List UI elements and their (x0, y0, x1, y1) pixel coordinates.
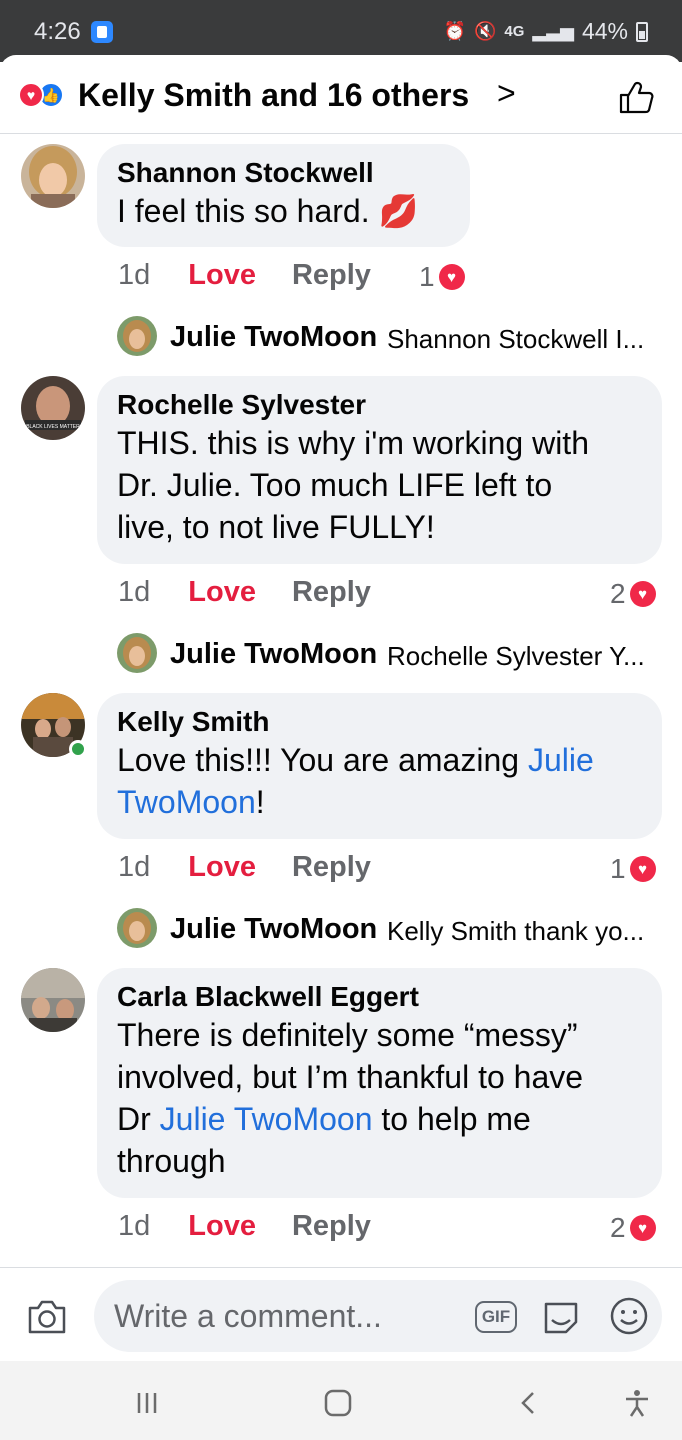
comment-bubble[interactable]: Kelly Smith Love this!!! You are amazing… (97, 693, 662, 839)
mute-icon: 🔇 (473, 21, 497, 41)
comment-text-part: to help me (372, 1101, 531, 1137)
comment-text-line: involved, but I’m thankful to have (117, 1059, 584, 1095)
comment-time: 1d (118, 576, 151, 608)
reply-item[interactable]: Julie TwoMoon Rochelle Sylvester Y... (0, 633, 682, 675)
comment-actions: 1d Love Reply (118, 259, 371, 292)
heart-icon: ♥ (629, 856, 656, 882)
chevron-right-icon[interactable]: > (497, 75, 516, 112)
comment-text-part: ! (255, 784, 265, 820)
love-reaction-icon: ♥ (18, 82, 44, 108)
mention-link[interactable]: TwoMoon (117, 784, 256, 820)
reply-button[interactable]: Reply (292, 259, 371, 292)
sticker-icon[interactable] (540, 1296, 582, 1338)
reaction-count-number: 1 (610, 853, 626, 884)
svg-text:BLACK LIVES MATTER: BLACK LIVES MATTER (26, 424, 80, 430)
system-nav-bar (0, 1361, 682, 1440)
comment-text-line: THIS. this is why i'm working with (117, 425, 589, 461)
status-icons: ⏰ 🔇 4G ▂▃▅ 44% (444, 18, 648, 45)
reply-button[interactable]: Reply (292, 851, 371, 884)
gif-button[interactable]: GIF (475, 1301, 517, 1333)
status-bar: 4:26 ⏰ 🔇 4G ▂▃▅ 44% (0, 0, 682, 62)
comment-text: TwoMoon! (117, 781, 642, 823)
reply-author[interactable]: Julie TwoMoon (170, 638, 377, 671)
comment-text-part: Love this!!! You are amazing (117, 742, 528, 778)
love-button[interactable]: Love (188, 576, 256, 609)
heart-icon: ♥ (438, 264, 465, 290)
online-status-indicator (69, 740, 87, 758)
comment-time: 1d (118, 259, 151, 291)
reaction-count[interactable]: 2 ♥ (610, 1212, 656, 1244)
love-button[interactable]: Love (188, 1210, 256, 1243)
mention-link[interactable]: Julie TwoMoon (160, 1101, 373, 1137)
app-notification-icon (91, 21, 113, 43)
love-button[interactable]: Love (188, 851, 256, 884)
signal-icon: ▂▃▅ (532, 21, 574, 41)
reactions-header: ♥ 👍 Kelly Smith and 16 others > (0, 55, 682, 134)
comment-actions: 1d Love Reply (118, 1210, 371, 1243)
reactions-summary[interactable]: Kelly Smith and 16 others (78, 77, 469, 114)
love-button[interactable]: Love (188, 259, 256, 292)
battery-percent: 44% (581, 18, 628, 44)
home-icon[interactable] (318, 1383, 358, 1423)
back-icon[interactable] (509, 1383, 549, 1423)
reaction-count-number: 1 (419, 261, 435, 292)
reply-item[interactable]: Julie TwoMoon Kelly Smith thank yo... (0, 908, 682, 950)
comment-text-line: through (117, 1143, 226, 1179)
comment-composer: GIF (0, 1267, 682, 1361)
battery-icon (636, 21, 648, 42)
mention-link[interactable]: Julie (528, 742, 594, 778)
reply-item[interactable]: Julie TwoMoon Shannon Stockwell I... (0, 316, 682, 358)
emoji-icon[interactable] (609, 1296, 649, 1336)
comment-actions: 1d Love Reply (118, 851, 371, 884)
network-label: 4G (504, 23, 525, 40)
alarm-icon: ⏰ (443, 21, 466, 41)
reaction-count[interactable]: 1 ♥ (419, 261, 465, 293)
comment-bubble[interactable]: Shannon Stockwell I feel this so hard. 💋 (97, 144, 470, 247)
comment-text: Love this!!! You are amazing Julie (117, 739, 642, 781)
like-button-icon[interactable] (618, 79, 654, 115)
comment-text-line: There is definitely some “messy” (117, 1017, 578, 1053)
reply-author[interactable]: Julie TwoMoon (170, 913, 377, 946)
comment-text-line: Dr. Julie. Too much LIFE left to (117, 467, 553, 503)
reaction-count-number: 2 (610, 578, 626, 609)
reply-author[interactable]: Julie TwoMoon (170, 321, 377, 354)
comment-time: 1d (118, 1210, 151, 1242)
reply-preview: Shannon Stockwell I... (387, 324, 645, 354)
comment-text: I feel this so hard. 💋 (117, 193, 419, 229)
comment-text: Dr Julie TwoMoon to help me (117, 1098, 642, 1140)
camera-icon[interactable] (26, 1298, 68, 1336)
status-time: 4:26 (34, 18, 81, 45)
reply-preview: Rochelle Sylvester Y... (387, 641, 645, 671)
avatar[interactable] (117, 633, 157, 673)
comment-text-part: Dr (117, 1101, 160, 1137)
heart-icon: ♥ (629, 581, 656, 607)
avatar[interactable]: BLACK LIVES MATTER (21, 376, 85, 440)
comment-time: 1d (118, 851, 151, 883)
reply-button[interactable]: Reply (292, 576, 371, 609)
comment-bubble[interactable]: Rochelle Sylvester THIS. this is why i'm… (97, 376, 662, 564)
comment-author[interactable]: Kelly Smith (117, 705, 642, 739)
comment-author[interactable]: Rochelle Sylvester (117, 388, 642, 422)
comment-text-line: live, to not live FULLY! (117, 509, 435, 545)
comment-author[interactable]: Shannon Stockwell (117, 156, 450, 190)
reaction-count[interactable]: 2 ♥ (610, 578, 656, 610)
avatar[interactable] (21, 144, 85, 208)
heart-icon: ♥ (629, 1215, 656, 1241)
avatar[interactable] (21, 968, 85, 1032)
avatar[interactable] (117, 908, 157, 948)
comment-bubble[interactable]: Carla Blackwell Eggert There is definite… (97, 968, 662, 1198)
reaction-count-number: 2 (610, 1212, 626, 1243)
avatar[interactable] (117, 316, 157, 356)
recent-apps-icon[interactable] (127, 1383, 167, 1423)
accessibility-icon[interactable] (617, 1383, 657, 1423)
reaction-icons[interactable]: ♥ 👍 (18, 82, 64, 108)
comment-actions: 1d Love Reply (118, 576, 371, 609)
comment-author[interactable]: Carla Blackwell Eggert (117, 980, 642, 1014)
reaction-count[interactable]: 1 ♥ (610, 853, 656, 885)
reply-button[interactable]: Reply (292, 1210, 371, 1243)
reply-preview: Kelly Smith thank yo... (387, 916, 645, 946)
